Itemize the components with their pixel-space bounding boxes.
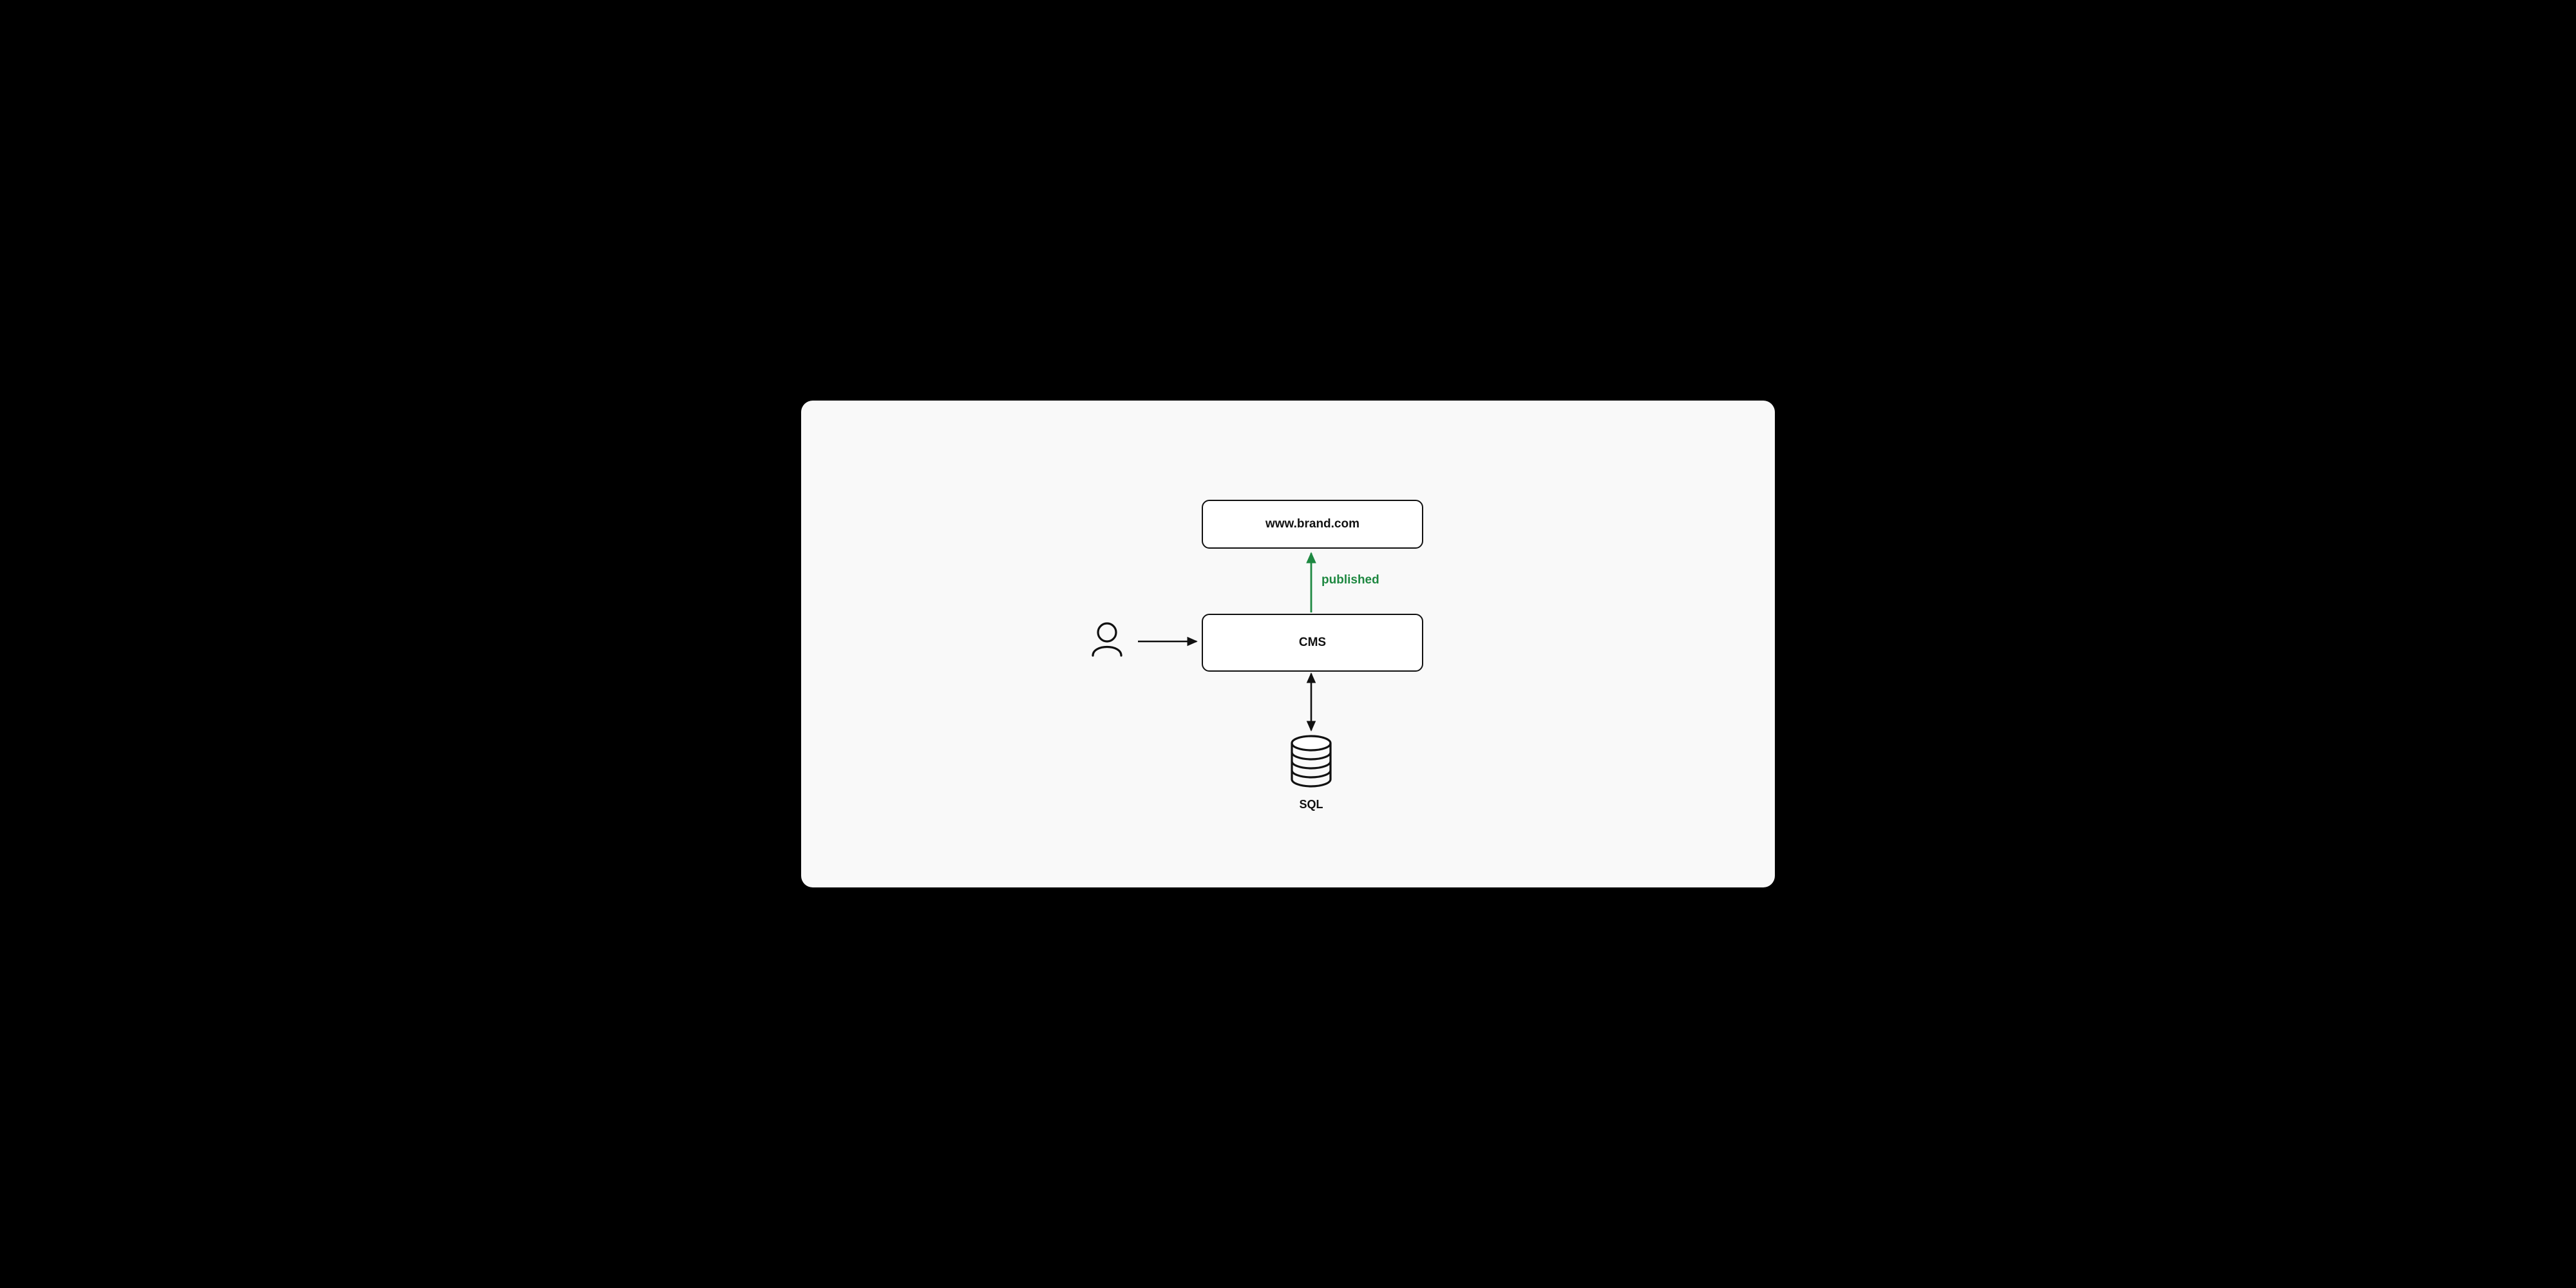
node-website: www.brand.com: [1202, 500, 1423, 549]
node-cms-label: CMS: [1299, 636, 1326, 650]
user-icon: [1093, 623, 1121, 656]
diagram-canvas: www.brand.com CMS published SQL: [801, 401, 1775, 887]
database-icon: [1292, 736, 1331, 786]
edge-label-published: published: [1321, 573, 1379, 587]
node-website-label: www.brand.com: [1265, 517, 1359, 531]
node-cms: CMS: [1202, 614, 1423, 672]
node-database-label: SQL: [1279, 798, 1343, 811]
